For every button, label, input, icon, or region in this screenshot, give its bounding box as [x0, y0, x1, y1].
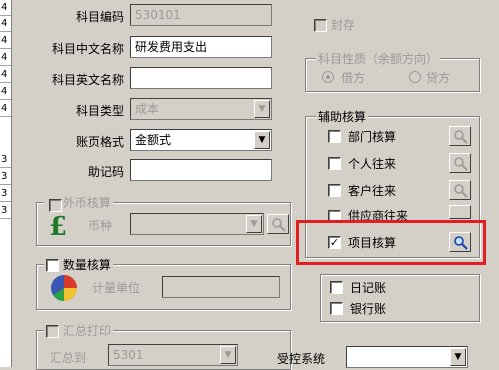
- grid-cell: 4: [0, 33, 11, 49]
- account-code-field[interactable]: 530101: [130, 4, 272, 26]
- personal-lookup-button[interactable]: [449, 153, 471, 173]
- grid-cell: 3: [0, 152, 11, 168]
- currency-select[interactable]: ▼: [130, 213, 264, 235]
- grid-cell: 3: [0, 203, 11, 219]
- customer-checkbox[interactable]: [328, 184, 341, 197]
- grid-cell: 3: [0, 169, 11, 185]
- personal-label: 个人往来: [348, 157, 397, 171]
- controlled-system-select[interactable]: ▼: [346, 346, 468, 368]
- bank-checkbox[interactable]: [330, 302, 343, 315]
- magnifier-icon: [454, 236, 468, 250]
- magnifier-icon: [454, 157, 468, 171]
- sealed-row[interactable]: 封存: [314, 16, 355, 33]
- quantity-title: 数量核算: [62, 258, 111, 272]
- currency-pound-icon: £: [46, 210, 76, 242]
- page-format-value: 金额式: [135, 133, 172, 147]
- page-format-select[interactable]: 金额式 ▼: [130, 129, 272, 151]
- customer-label: 客户往来: [348, 184, 397, 198]
- pie-chart-icon: [48, 272, 80, 304]
- grid-cell: 4: [0, 50, 11, 66]
- summary-print-title: 汇总打印: [62, 324, 111, 338]
- dropdown-arrow-icon[interactable]: ▼: [220, 346, 236, 364]
- background-grid-strip: 4 4 4 4 4 4 4 3 3 3 3: [0, 0, 12, 367]
- journal-checkbox[interactable]: [330, 281, 343, 294]
- dropdown-arrow-icon[interactable]: ▼: [254, 100, 270, 118]
- dropdown-arrow-icon[interactable]: ▼: [450, 348, 466, 366]
- department-label: 部门核算: [348, 130, 397, 144]
- grid-cell: 4: [0, 0, 11, 16]
- mnemonic-field[interactable]: [130, 159, 272, 181]
- bank-label: 银行账: [350, 302, 387, 316]
- account-type-value: 成本: [135, 102, 160, 116]
- svg-text:£: £: [49, 212, 67, 240]
- department-lookup-button[interactable]: [449, 126, 471, 146]
- quantity-checkbox[interactable]: [46, 259, 59, 272]
- summary-to-label: 汇总到: [50, 351, 87, 365]
- summary-print-title-row: 汇总打印: [44, 322, 113, 339]
- customer-lookup-button[interactable]: [449, 180, 471, 200]
- debit-radio[interactable]: [322, 71, 334, 83]
- currency-label: 币种: [88, 219, 113, 233]
- personal-checkbox[interactable]: [328, 157, 341, 170]
- summary-to-value: 5301: [113, 348, 144, 362]
- grid-cell: 4: [0, 67, 11, 83]
- account-en-name-label: 科目英文名称: [51, 73, 124, 87]
- aux-accounting-title: 辅助核算: [316, 108, 369, 125]
- magnifier-icon: [454, 130, 468, 144]
- journal-label: 日记账: [350, 281, 387, 295]
- sealed-label: 封存: [330, 18, 355, 32]
- summary-print-checkbox[interactable]: [46, 325, 59, 338]
- account-cn-name-field[interactable]: 研发费用支出: [130, 36, 272, 58]
- dropdown-arrow-icon[interactable]: ▼: [246, 215, 262, 233]
- page-format-label: 账页格式: [75, 135, 124, 149]
- project-lookup-button[interactable]: [449, 232, 471, 252]
- account-cn-name-label: 科目中文名称: [51, 42, 124, 56]
- controlled-system-label: 受控系统: [277, 352, 326, 366]
- supplier-lookup-button[interactable]: [449, 205, 471, 219]
- unit-label: 计量单位: [92, 281, 141, 295]
- currency-lookup-button[interactable]: [267, 214, 289, 234]
- account-type-select[interactable]: 成本 ▼: [130, 98, 272, 120]
- unit-field[interactable]: [162, 276, 280, 298]
- dropdown-arrow-icon[interactable]: ▼: [254, 131, 270, 149]
- sealed-checkbox[interactable]: [314, 19, 327, 32]
- mnemonic-label: 助记码: [87, 165, 124, 179]
- account-nature-title: 科目性质（余额方向）: [316, 50, 441, 67]
- account-en-name-field[interactable]: [130, 67, 272, 89]
- project-label: 项目核算: [348, 236, 397, 250]
- credit-label: 贷方: [426, 71, 451, 85]
- project-checkbox[interactable]: ✓: [328, 236, 341, 249]
- magnifier-icon: [272, 218, 286, 232]
- grid-cell: 4: [0, 84, 11, 100]
- quantity-title-row: 数量核算: [44, 256, 113, 273]
- magnifier-icon: [454, 184, 468, 198]
- account-type-label: 科目类型: [75, 104, 124, 118]
- foreign-currency-title-row: 外币核算: [44, 194, 113, 212]
- account-code-label: 科目编码: [75, 10, 124, 24]
- grid-cell: 4: [0, 101, 11, 117]
- grid-cell: 3: [0, 186, 11, 202]
- grid-cell: 4: [0, 16, 11, 32]
- department-checkbox[interactable]: [328, 130, 341, 143]
- summary-to-select[interactable]: 5301 ▼: [108, 344, 238, 366]
- debit-label: 借方: [341, 71, 366, 85]
- foreign-currency-title: 外币核算: [62, 196, 111, 210]
- credit-radio[interactable]: [409, 71, 421, 83]
- ledger-options-group: [320, 274, 480, 322]
